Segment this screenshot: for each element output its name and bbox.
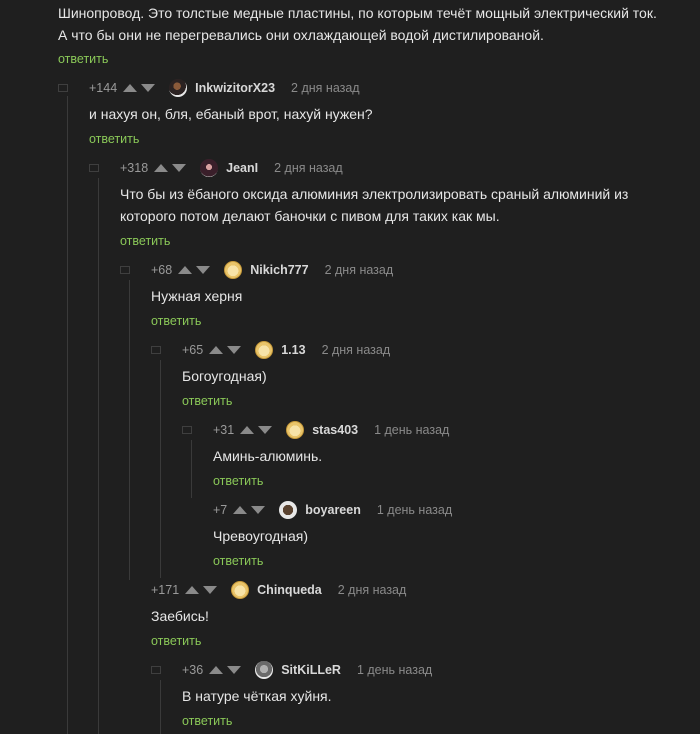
downvote-icon[interactable] xyxy=(196,266,211,274)
comment-username[interactable]: Nikich777 xyxy=(250,263,308,277)
reply-link[interactable]: ответить xyxy=(213,474,263,488)
thread-line[interactable] xyxy=(191,440,192,498)
comment-rating: +171 xyxy=(151,583,180,597)
comment-line: Чревоугодная) xyxy=(213,528,309,544)
avatar[interactable] xyxy=(255,341,274,359)
comment-time[interactable]: 2 дня назад xyxy=(291,81,360,95)
upvote-icon[interactable] xyxy=(185,586,200,594)
comment-time[interactable]: 1 день назад xyxy=(377,503,452,517)
downvote-icon[interactable] xyxy=(203,586,218,594)
root-comment-line: А что бы они не перегревались они охлажд… xyxy=(58,27,544,43)
comment-header: +318 JeanI 2 дня назад xyxy=(120,159,343,177)
thread-line[interactable] xyxy=(160,360,161,578)
upvote-icon[interactable] xyxy=(178,266,193,274)
upvote-icon[interactable] xyxy=(233,506,248,514)
downvote-icon[interactable] xyxy=(172,164,187,172)
comment-rating: +318 xyxy=(120,161,149,175)
comment-rating: +31 xyxy=(213,423,235,437)
comment-body: Богоугодная) xyxy=(182,365,267,387)
downvote-icon[interactable] xyxy=(251,506,266,514)
collapse-toggle[interactable] xyxy=(120,266,130,274)
comment-header: +36 SitKiLLeR 1 день назад xyxy=(182,661,432,679)
comment-line: Заебись! xyxy=(151,608,209,624)
comment-body: Нужная херня xyxy=(151,285,242,307)
comment-username[interactable]: SitKiLLeR xyxy=(281,663,341,677)
comment-username[interactable]: JeanI xyxy=(226,161,258,175)
comment-body: и нахуя он, бля, ебаный врот, нахуй нуже… xyxy=(89,103,373,125)
comment-header: +65 1.13 2 дня назад xyxy=(182,341,390,359)
upvote-icon[interactable] xyxy=(209,666,224,674)
reply-link[interactable]: ответить xyxy=(89,132,139,146)
comment-time[interactable]: 2 дня назад xyxy=(338,583,407,597)
comment-time[interactable]: 2 дня назад xyxy=(274,161,343,175)
root-comment-body: Шинопровод. Это толстые медные пластины,… xyxy=(58,2,688,46)
comment-header: +144 InkwizitorX23 2 дня назад xyxy=(89,79,360,97)
avatar[interactable] xyxy=(200,159,219,177)
comment-line: Богоугодная) xyxy=(182,368,267,384)
comment-time[interactable]: 2 дня назад xyxy=(322,343,391,357)
avatar[interactable] xyxy=(224,261,243,279)
comment-line: которого потом делают баночки с пивом дл… xyxy=(120,208,500,224)
upvote-icon[interactable] xyxy=(209,346,224,354)
root-comment-line: Шинопровод. Это толстые медные пластины,… xyxy=(58,5,657,21)
comment-line: В натуре чёткая хуйня. xyxy=(182,688,332,704)
avatar[interactable] xyxy=(279,501,298,519)
comment-header: +7 boyareen 1 день назад xyxy=(213,501,452,519)
comment-rating: +144 xyxy=(89,81,118,95)
comment-header: +171 Chinqueda 2 дня назад xyxy=(151,581,406,599)
collapse-toggle[interactable] xyxy=(151,346,161,354)
comment-header: +31 stas403 1 день назад xyxy=(213,421,449,439)
avatar[interactable] xyxy=(255,661,274,679)
comment-username[interactable]: 1.13 xyxy=(281,343,305,357)
thread-line[interactable] xyxy=(160,680,161,734)
collapse-toggle[interactable] xyxy=(182,426,192,434)
comment-username[interactable]: stas403 xyxy=(312,423,358,437)
downvote-icon[interactable] xyxy=(227,346,242,354)
comment-body: Заебись! xyxy=(151,605,209,627)
reply-link[interactable]: ответить xyxy=(151,634,201,648)
collapse-toggle[interactable] xyxy=(151,666,161,674)
upvote-icon[interactable] xyxy=(123,84,138,92)
reply-link[interactable]: ответить xyxy=(151,314,201,328)
avatar[interactable] xyxy=(231,581,250,599)
avatar[interactable] xyxy=(169,79,188,97)
collapse-toggle[interactable] xyxy=(58,84,68,92)
downvote-icon[interactable] xyxy=(141,84,156,92)
reply-link[interactable]: ответить xyxy=(120,234,170,248)
comment-line: и нахуя он, бля, ебаный врот, нахуй нуже… xyxy=(89,106,373,122)
avatar[interactable] xyxy=(286,421,305,439)
comment-body: Чревоугодная) xyxy=(213,525,308,547)
thread-line[interactable] xyxy=(129,280,130,580)
comment-rating: +7 xyxy=(213,503,228,517)
reply-link[interactable]: ответить xyxy=(58,52,108,66)
comment-time[interactable]: 1 день назад xyxy=(374,423,449,437)
comment-body: Что бы из ёбаного оксида алюминия электр… xyxy=(120,183,628,227)
reply-link[interactable]: ответить xyxy=(213,554,263,568)
comment-header: +68 Nikich777 2 дня назад xyxy=(151,261,393,279)
upvote-icon[interactable] xyxy=(154,164,169,172)
comment-rating: +36 xyxy=(182,663,204,677)
comment-time[interactable]: 2 дня назад xyxy=(325,263,394,277)
thread-line[interactable] xyxy=(98,178,99,734)
comment-time[interactable]: 1 день назад xyxy=(357,663,432,677)
comment-body: В натуре чёткая хуйня. xyxy=(182,685,332,707)
reply-link[interactable]: ответить xyxy=(182,714,232,728)
comment-line: Нужная херня xyxy=(151,288,243,304)
reply-link[interactable]: ответить xyxy=(182,394,232,408)
comment-rating: +68 xyxy=(151,263,173,277)
upvote-icon[interactable] xyxy=(240,426,255,434)
collapse-toggle[interactable] xyxy=(89,164,99,172)
comment-body: Аминь-алюминь. xyxy=(213,445,322,467)
comment-username[interactable]: InkwizitorX23 xyxy=(195,81,275,95)
thread-line[interactable] xyxy=(67,96,68,734)
downvote-icon[interactable] xyxy=(258,426,273,434)
comment-username[interactable]: boyareen xyxy=(305,503,361,517)
comment-username[interactable]: Chinqueda xyxy=(257,583,322,597)
comment-line: Что бы из ёбаного оксида алюминия электр… xyxy=(120,186,629,202)
comment-line: Аминь-алюминь. xyxy=(213,448,323,464)
downvote-icon[interactable] xyxy=(227,666,242,674)
comment-rating: +65 xyxy=(182,343,204,357)
